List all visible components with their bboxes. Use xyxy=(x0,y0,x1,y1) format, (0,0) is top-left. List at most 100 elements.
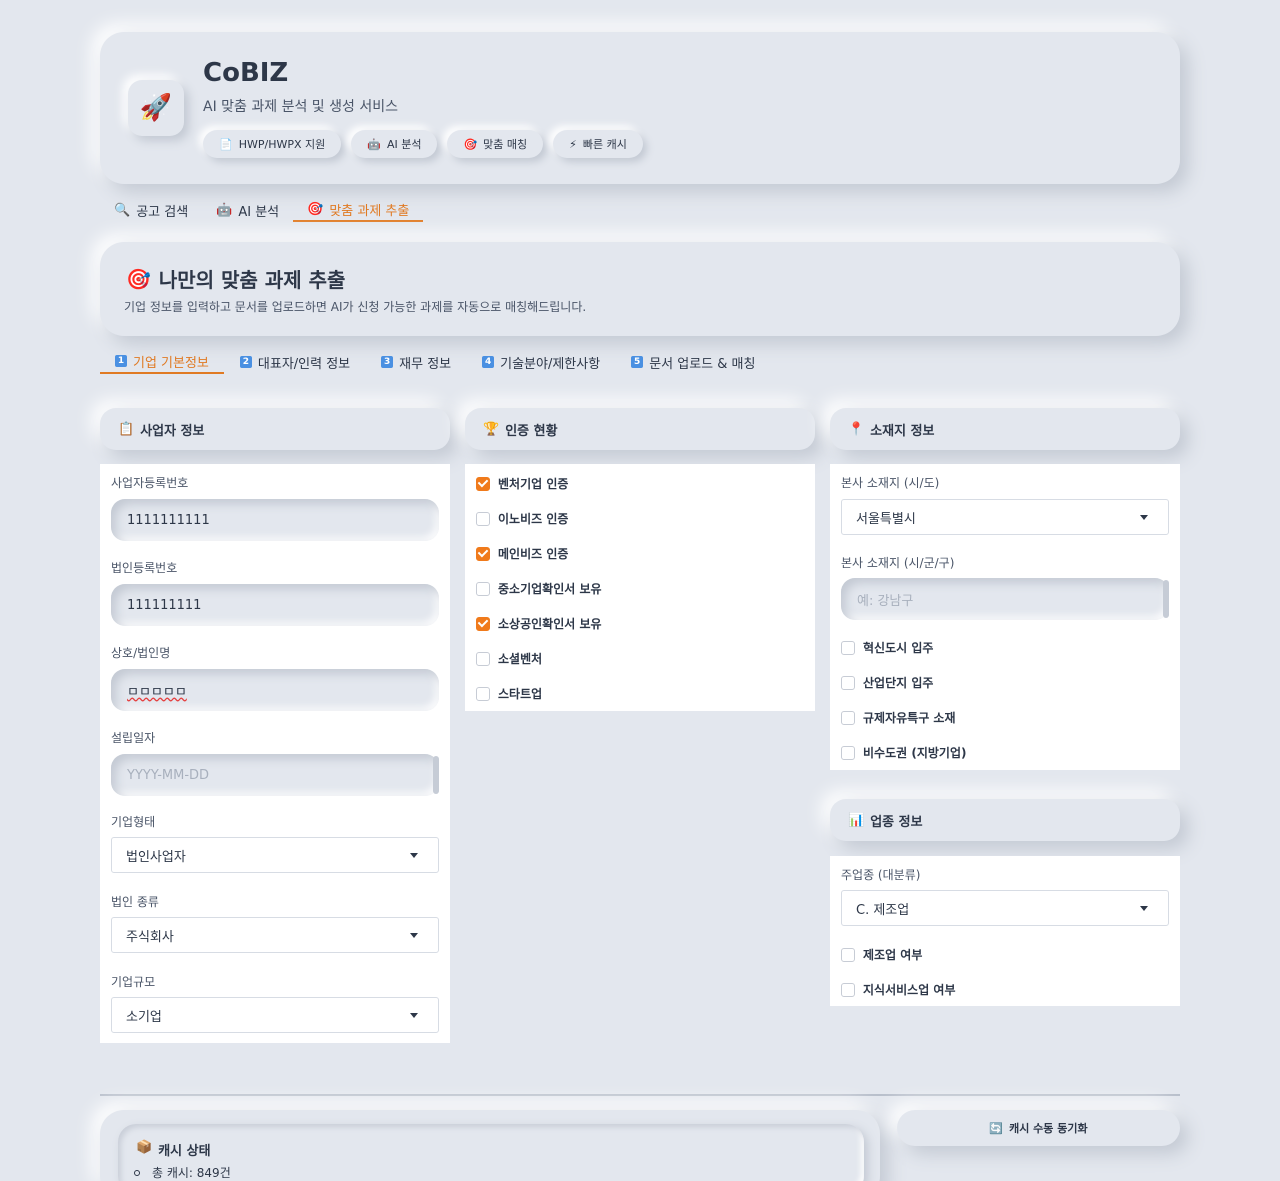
cert-innobiz-checkbox[interactable]: 이노비즈 인증 xyxy=(476,510,568,527)
province-label: 본사 소재지 (시/도) xyxy=(841,476,940,490)
checkbox-unchecked-icon xyxy=(476,651,490,666)
cache-sync-button[interactable]: 🔄 캐시 수동 동기화 xyxy=(897,1110,1180,1146)
cert-small-biz-checkbox[interactable]: 소상공인확인서 보유 xyxy=(476,615,602,632)
input-scroll-handle xyxy=(1163,580,1169,618)
checkbox-label: 비수도권 (지방기업) xyxy=(863,746,967,760)
rocket-logo-icon: 🚀 xyxy=(128,80,184,136)
knowledge-service-checkbox[interactable]: 지식서비스업 여부 xyxy=(841,981,956,998)
cache-status-inner: 📦 캐시 상태 총 캐시: 849건 xyxy=(118,1124,864,1181)
subtab-label: 기업 기본정보 xyxy=(133,355,209,371)
company-type-select[interactable]: 법인사업자 xyxy=(111,837,439,873)
checkbox-label: 중소기업확인서 보유 xyxy=(498,582,602,596)
checkbox-label: 소셜벤처 xyxy=(498,652,543,666)
checkbox-label: 제조업 여부 xyxy=(863,948,923,962)
trophy-icon: 🏆 xyxy=(483,421,500,437)
tab-custom-task[interactable]: 🎯 맞춤 과제 추출 xyxy=(293,198,424,222)
bar-chart-icon: 📊 xyxy=(848,812,865,828)
cache-total: 총 캐시: 849건 xyxy=(134,1164,231,1181)
company-size-label: 기업규모 xyxy=(111,975,156,989)
checkbox-label: 메인비즈 인증 xyxy=(498,547,569,561)
corp-no-input[interactable]: 111111111 xyxy=(111,584,439,626)
robot-icon: 🤖 xyxy=(216,202,233,218)
certs-panel: 벤처기업 인증 이노비즈 인증 메인비즈 인증 중소기업확인서 보유 소상공인확… xyxy=(465,464,815,711)
checkbox-unchecked-icon xyxy=(841,947,855,962)
non-capital-checkbox[interactable]: 비수도권 (지방기업) xyxy=(841,744,966,761)
section-card: 🎯 나만의 맞춤 과제 추출 기업 정보를 입력하고 문서를 업로드하면 AI가 … xyxy=(100,242,1180,336)
lightning-icon: ⚡ xyxy=(569,137,577,151)
header-title: 인증 현황 xyxy=(505,423,558,439)
subtab-tech[interactable]: 4 기술분야/제한사항 xyxy=(467,350,615,374)
business-info-panel: 사업자등록번호 1111111111 법인등록번호 111111111 상호/법… xyxy=(100,464,450,1043)
location-panel: 본사 소재지 (시/도) 서울특별시 본사 소재지 (시/군/구) 예: 강남구… xyxy=(830,464,1180,770)
chevron-down-icon xyxy=(1140,906,1148,911)
checkbox-unchecked-icon xyxy=(841,710,855,725)
target-icon: 🎯 xyxy=(307,201,324,217)
founded-date-label: 설립일자 xyxy=(111,731,156,745)
subtab-label: 기술분야/제한사항 xyxy=(500,356,601,372)
checkbox-unchecked-icon xyxy=(476,686,490,701)
button-label: 캐시 수동 동기화 xyxy=(1009,1122,1088,1135)
checkbox-unchecked-icon xyxy=(841,640,855,655)
manufacturing-checkbox[interactable]: 제조업 여부 xyxy=(841,946,922,963)
innovation-city-checkbox[interactable]: 혁신도시 입주 xyxy=(841,639,933,656)
reg-no-input[interactable]: 1111111111 xyxy=(111,499,439,541)
checkbox-label: 규제자유특구 소재 xyxy=(863,711,956,725)
cert-venture-checkbox[interactable]: 벤처기업 인증 xyxy=(476,475,568,492)
cert-sme-checkbox[interactable]: 중소기업확인서 보유 xyxy=(476,580,602,597)
regulation-free-zone-checkbox[interactable]: 규제자유특구 소재 xyxy=(841,709,956,726)
select-value: C. 제조업 xyxy=(856,902,910,918)
chevron-down-icon xyxy=(410,853,418,858)
cache-total-text: 총 캐시: 849건 xyxy=(152,1166,231,1180)
checkbox-unchecked-icon xyxy=(476,511,490,526)
pill-hwp: 📄 HWP/HWPX 지원 xyxy=(203,130,342,158)
cert-mainbiz-checkbox[interactable]: 메인비즈 인증 xyxy=(476,545,568,562)
feature-pills: 📄 HWP/HWPX 지원 🤖 AI 분석 🎯 맞춤 매칭 ⚡ 빠른 캐시 xyxy=(203,130,643,158)
pill-label: AI 분석 xyxy=(386,138,422,151)
subtab-label: 재무 정보 xyxy=(399,356,452,372)
company-name-input[interactable]: ㅁㅁㅁㅁㅁ xyxy=(111,669,439,711)
checkbox-label: 벤처기업 인증 xyxy=(498,477,569,491)
pill-cache: ⚡ 빠른 캐시 xyxy=(553,130,643,158)
checkbox-unchecked-icon xyxy=(841,745,855,760)
select-value: 법인사업자 xyxy=(126,849,186,865)
checkbox-unchecked-icon xyxy=(841,982,855,997)
checkbox-label: 소상공인확인서 보유 xyxy=(498,617,602,631)
cert-startup-checkbox[interactable]: 스타트업 xyxy=(476,685,542,702)
subtab-basic-info[interactable]: 1 기업 기본정보 xyxy=(100,350,224,374)
checkbox-checked-icon xyxy=(476,546,490,561)
certs-header: 🏆 인증 현황 xyxy=(465,408,815,450)
main-industry-select[interactable]: C. 제조업 xyxy=(841,890,1169,926)
tab-search[interactable]: 🔍 공고 검색 xyxy=(100,198,202,222)
main-industry-label: 주업종 (대분류) xyxy=(841,868,921,882)
company-name-label: 상호/법인명 xyxy=(111,646,171,660)
cache-status-title: 📦 캐시 상태 xyxy=(136,1140,211,1159)
header-title: 소재지 정보 xyxy=(870,423,935,439)
subtab-upload[interactable]: 5 문서 업로드 & 매칭 xyxy=(616,350,770,374)
checkbox-label: 산업단지 입주 xyxy=(863,676,934,690)
checkbox-checked-icon xyxy=(476,616,490,631)
company-size-select[interactable]: 소기업 xyxy=(111,997,439,1033)
corp-kind-select[interactable]: 주식회사 xyxy=(111,917,439,953)
city-input[interactable]: 예: 강남구 xyxy=(841,578,1169,620)
checkbox-checked-icon xyxy=(476,476,490,491)
subtab-ceo-staff[interactable]: 2 대표자/인력 정보 xyxy=(225,350,365,374)
number-2-icon: 2 xyxy=(239,356,252,368)
founded-date-input[interactable]: YYYY-MM-DD xyxy=(111,754,439,796)
app-title: CoBIZ xyxy=(203,58,289,88)
tab-label: AI 분석 xyxy=(238,204,280,220)
sub-tabs: 1 기업 기본정보 2 대표자/인력 정보 3 재무 정보 4 기술분야/제한사항 5문… xyxy=(100,350,771,376)
industrial-complex-checkbox[interactable]: 산업단지 입주 xyxy=(841,674,933,691)
business-info-header: 📋 사업자 정보 xyxy=(100,408,450,450)
refresh-icon: 🔄 xyxy=(989,1121,1004,1135)
clipboard-icon: 📋 xyxy=(118,421,135,437)
location-header: 📍 소재지 정보 xyxy=(830,408,1180,450)
package-icon: 📦 xyxy=(136,1140,153,1155)
checkbox-unchecked-icon xyxy=(476,581,490,596)
cert-social-venture-checkbox[interactable]: 소셜벤처 xyxy=(476,650,542,667)
corp-no-label: 법인등록번호 xyxy=(111,561,178,575)
tab-ai-analysis[interactable]: 🤖 AI 분석 xyxy=(202,198,293,222)
province-select[interactable]: 서울특별시 xyxy=(841,499,1169,535)
header-title: 사업자 정보 xyxy=(140,423,205,439)
subtab-finance[interactable]: 3 재무 정보 xyxy=(366,350,466,374)
chevron-down-icon xyxy=(410,933,418,938)
